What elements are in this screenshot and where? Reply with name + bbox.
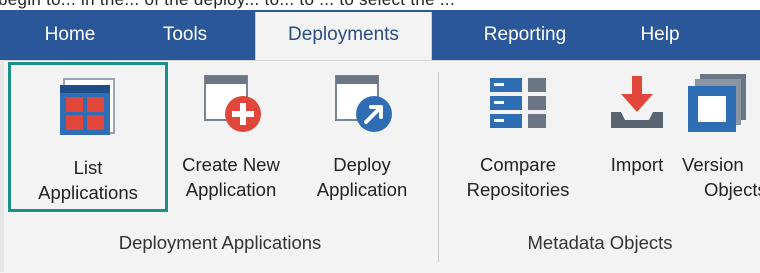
deploy-application-label-2: Application [316, 179, 408, 200]
deploy-application-label-1: Deploy [333, 154, 391, 175]
list-applications-label-1: List [73, 157, 103, 178]
deploy-application-button[interactable]: Deploy Application [296, 62, 428, 212]
list-applications-label-2: Applications [38, 182, 138, 203]
create-new-application-label-1: Create New [182, 154, 280, 175]
group-label-metadata-objects: Metadata Objects [527, 232, 673, 253]
list-applications-icon [56, 75, 120, 139]
version-objects-label-2: Objects [704, 179, 760, 200]
compare-repositories-label-1: Compare [479, 154, 557, 175]
list-applications-button[interactable]: List Applications [8, 62, 168, 212]
top-cutoff-label: begin to... in the... of the deploy... t… [0, 0, 455, 10]
tab-deployments[interactable]: Deployments [255, 12, 432, 60]
version-objects-label-1: Version [682, 154, 744, 175]
group-separator [438, 72, 439, 262]
version-objects-button[interactable]: Version Objects [680, 62, 760, 212]
tab-home[interactable]: Home [20, 10, 120, 60]
create-new-application-label-2: Application [185, 179, 277, 200]
version-objects-icon [684, 72, 748, 136]
compare-repositories-button[interactable]: Compare Repositories [448, 62, 588, 212]
tab-help[interactable]: Help [610, 10, 710, 60]
import-button[interactable]: Import [594, 62, 680, 212]
ribbon-left-edge [0, 60, 4, 272]
top-cutoff-text: begin to... in the... of the deploy... t… [0, 0, 760, 10]
create-new-application-icon [199, 72, 263, 136]
create-new-application-button[interactable]: Create New Application [170, 62, 292, 212]
tab-reporting[interactable]: Reporting [455, 10, 595, 60]
import-label-1: Import [610, 154, 664, 175]
deploy-application-icon [330, 72, 394, 136]
compare-repositories-icon [486, 72, 550, 136]
group-label-deployment-applications: Deployment Applications [118, 232, 322, 253]
tab-tools[interactable]: Tools [140, 10, 230, 60]
compare-repositories-label-2: Repositories [466, 179, 570, 200]
import-icon [605, 72, 669, 136]
